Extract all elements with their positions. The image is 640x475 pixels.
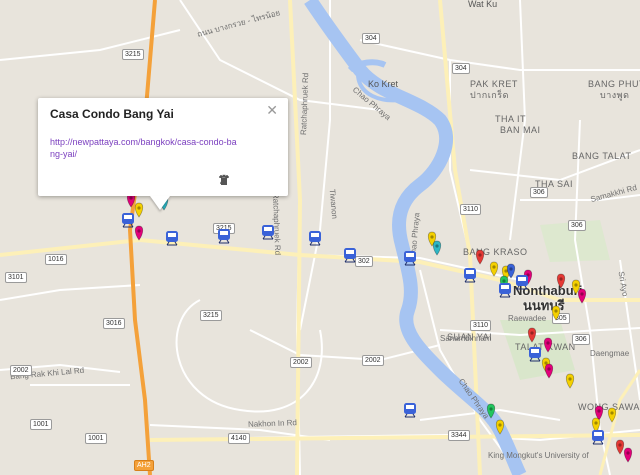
close-icon[interactable]: ✕: [266, 102, 278, 119]
map-pin-marker[interactable]: [556, 273, 566, 289]
map-pin-marker[interactable]: [432, 240, 442, 256]
trash-icon[interactable]: [220, 174, 274, 186]
map-pin-marker[interactable]: [591, 417, 601, 433]
map-pin-marker[interactable]: [495, 419, 505, 435]
train-icon[interactable]: [464, 268, 476, 283]
info-window[interactable]: Casa Condo Bang Yai ✕ http://newpattaya.…: [38, 98, 288, 196]
map-pin-marker[interactable]: [543, 337, 553, 353]
train-icon[interactable]: [344, 248, 356, 263]
info-window-title: Casa Condo Bang Yai: [50, 107, 174, 121]
marker-layer: [122, 192, 633, 463]
map-pin-marker[interactable]: [565, 373, 575, 389]
train-icon[interactable]: [592, 430, 604, 445]
train-icon[interactable]: [166, 231, 178, 246]
map-pin-marker[interactable]: [551, 305, 561, 321]
info-window-link[interactable]: http://newpattaya.com/bangkok/casa-condo…: [50, 136, 240, 160]
map-pin-marker[interactable]: [134, 202, 144, 218]
info-window-pointer: [150, 196, 170, 210]
map-pin-marker[interactable]: [615, 439, 625, 455]
map-pin-marker[interactable]: [623, 447, 633, 463]
map-pin-marker[interactable]: [486, 403, 496, 419]
train-icon[interactable]: [529, 347, 541, 362]
train-icon[interactable]: [516, 275, 528, 290]
map-pin-marker[interactable]: [577, 288, 587, 304]
train-icon[interactable]: [218, 229, 230, 244]
train-icon[interactable]: [499, 283, 511, 298]
train-icon[interactable]: [309, 231, 321, 246]
map-pin-marker[interactable]: [489, 261, 499, 277]
train-icon[interactable]: [404, 251, 416, 266]
map-pin-marker[interactable]: [544, 363, 554, 379]
train-icon[interactable]: [262, 225, 274, 240]
map-pin-marker[interactable]: [527, 327, 537, 343]
map-pin-marker[interactable]: [475, 249, 485, 265]
directions-icon[interactable]: [219, 174, 252, 186]
map-pin-marker[interactable]: [134, 225, 144, 241]
train-icon[interactable]: [122, 213, 134, 228]
map-canvas[interactable]: Ko Kret PAK KRET ปากเกร็ด BANG PHUT บางพ…: [0, 0, 640, 475]
train-icon[interactable]: [404, 403, 416, 418]
info-window-tools: [218, 174, 274, 186]
map-pin-marker[interactable]: [607, 407, 617, 423]
